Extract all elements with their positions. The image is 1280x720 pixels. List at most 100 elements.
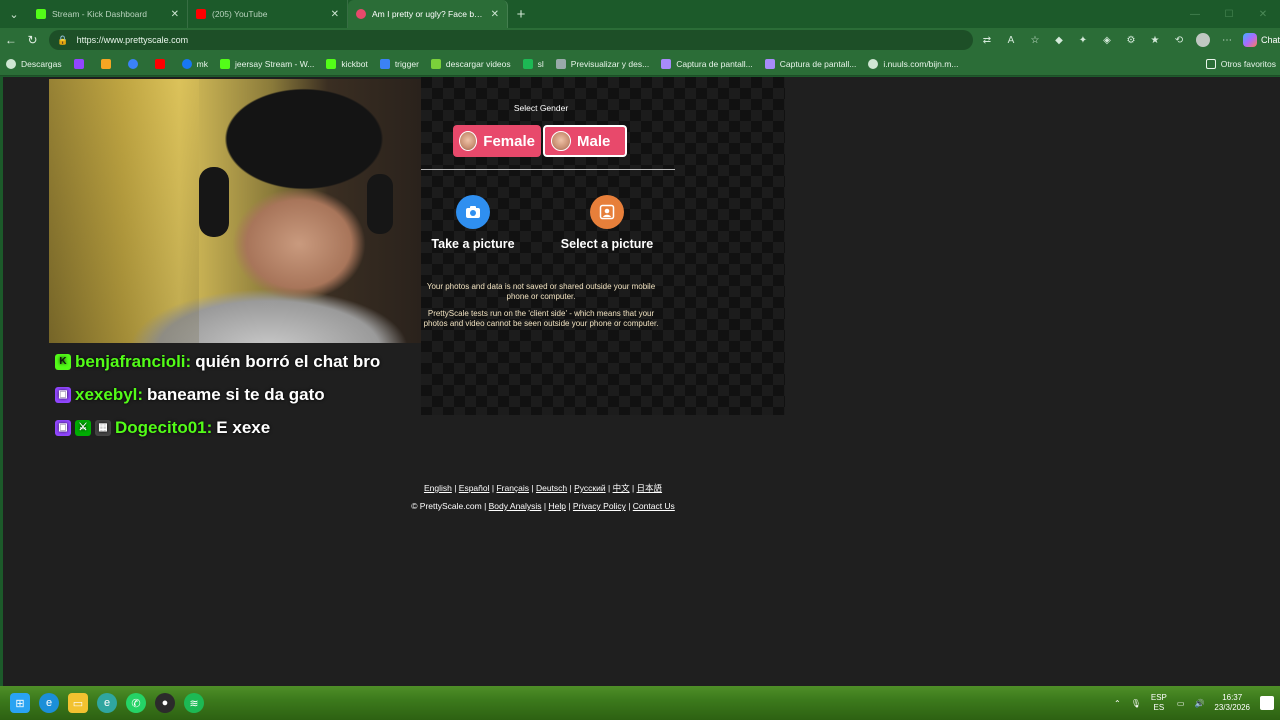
lang-chinese[interactable]: 中文	[613, 483, 630, 493]
twitch-icon: ▣	[55, 419, 71, 436]
windows-start-icon[interactable]: ⊞	[10, 693, 30, 713]
bookmark-descargas[interactable]: Descargas	[6, 58, 62, 69]
bookmark-captura-2[interactable]: Captura de pantall...	[764, 58, 856, 69]
bookmark-icon	[379, 58, 390, 69]
select-picture-button[interactable]: Select a picture	[542, 195, 672, 251]
bookmark-kickbot[interactable]: kickbot	[326, 58, 368, 69]
youtube-icon	[196, 9, 206, 19]
favorite-star-icon[interactable]: ☆	[1025, 30, 1045, 50]
bookmark-icon	[127, 58, 138, 69]
bookmark-trigger[interactable]: trigger	[379, 58, 419, 69]
bookmark-other-favorites[interactable]: Otros favoritos	[1205, 58, 1276, 69]
keyboard-layout: ES	[1153, 703, 1165, 712]
volume-icon[interactable]: 🔊	[1194, 699, 1204, 708]
male-face-icon	[551, 131, 571, 151]
network-icon[interactable]: ▭	[1177, 699, 1185, 708]
lang-english[interactable]: English	[424, 483, 452, 493]
kick-icon	[326, 58, 337, 69]
history-icon[interactable]: ⟲	[1169, 30, 1189, 50]
back-button[interactable]: ←	[0, 28, 22, 52]
image-icon	[590, 195, 624, 229]
body-analysis-link[interactable]: Body Analysis	[489, 501, 542, 511]
tab-strip: ⌄ Stream - Kick Dashboard ✕ (205) YouTub…	[0, 0, 1280, 28]
close-icon[interactable]: ✕	[331, 9, 339, 20]
minimize-button[interactable]: —	[1178, 9, 1212, 20]
profile-avatar[interactable]	[1193, 30, 1213, 50]
extension-icon[interactable]: ◆	[1049, 30, 1069, 50]
facebook-icon	[181, 58, 192, 69]
bookmark-icon	[100, 58, 111, 69]
notification-icon[interactable]	[1260, 696, 1274, 710]
clock[interactable]: 16:37 23/3/2026	[1214, 693, 1250, 713]
bookmark-youtube[interactable]	[154, 58, 170, 69]
bookmark-previsualizar[interactable]: Previsualizar y des...	[555, 58, 649, 69]
close-window-button[interactable]: ✕	[1246, 9, 1280, 20]
bookmark-nuuls[interactable]: i.nuuls.com/bijn.m...	[868, 58, 958, 69]
spotify-icon[interactable]: ≋	[184, 693, 204, 713]
read-aloud-icon[interactable]: A	[1001, 30, 1021, 50]
male-label: Male	[577, 132, 611, 150]
headphones-left	[199, 167, 229, 237]
close-icon[interactable]: ✕	[171, 9, 179, 20]
address-bar-row: ← ↻ 🔒 https://www.prettyscale.com ⇄ A ☆ …	[0, 28, 1280, 52]
file-explorer-icon[interactable]: ▭	[68, 693, 88, 713]
tab-youtube[interactable]: (205) YouTube ✕	[188, 0, 348, 28]
tab-prettyscale[interactable]: Am I pretty or ugly? Face beauty a ✕	[348, 0, 508, 28]
extension-icon[interactable]: ✦	[1073, 30, 1093, 50]
whatsapp-icon[interactable]: ✆	[126, 693, 146, 713]
male-button[interactable]: Male	[543, 125, 627, 157]
lang-russian[interactable]: Русский	[574, 483, 606, 493]
privacy-note: Your photos and data is not saved or sha…	[426, 282, 656, 301]
edge-dev-icon[interactable]: e	[97, 693, 117, 713]
privacy-policy-link[interactable]: Privacy Policy	[573, 501, 626, 511]
help-link[interactable]: Help	[549, 501, 566, 511]
bookmark-mk[interactable]: mk	[181, 58, 208, 69]
lock-icon: 🔒	[57, 34, 69, 45]
url-input[interactable]: 🔒 https://www.prettyscale.com	[49, 30, 973, 50]
bookmark-extension[interactable]	[100, 58, 116, 69]
kick-icon	[36, 9, 46, 19]
bookmark-jeersay-stream[interactable]: jeersay Stream - W...	[219, 58, 314, 69]
maximize-button[interactable]: ☐	[1212, 9, 1246, 20]
language-code: ESP	[1150, 693, 1167, 702]
copilot-label: Chat	[1261, 35, 1280, 45]
tab-kick-dashboard[interactable]: Stream - Kick Dashboard ✕	[28, 0, 188, 28]
pen-icon	[661, 58, 672, 69]
language-indicator[interactable]: ESP ES	[1151, 693, 1167, 713]
new-tab-button[interactable]: +	[508, 0, 534, 28]
favorites-icon[interactable]: ★	[1145, 30, 1165, 50]
obs-icon[interactable]: ●	[155, 693, 175, 713]
female-button[interactable]: Female	[453, 125, 541, 157]
close-icon[interactable]: ✕	[491, 9, 499, 20]
microphone-icon[interactable]: 🎙	[1131, 699, 1141, 708]
windows-taskbar: ⊞ e ▭ e ✆ ● ≋ ⌃ 🎙 ESP ES ▭ 🔊 16:37 23/3/…	[0, 686, 1280, 720]
lang-japanese[interactable]: 日本語	[637, 483, 663, 493]
contact-us-link[interactable]: Contact Us	[633, 501, 675, 511]
refresh-button[interactable]: ↻	[22, 28, 44, 52]
system-tray: ⌃ 🎙 ESP ES ▭ 🔊 16:37 23/3/2026	[1104, 693, 1280, 713]
bookmark-captura-1[interactable]: Captura de pantall...	[661, 58, 753, 69]
chat-overlay: K benjafrancioli: quién borró el chat br…	[55, 345, 380, 444]
chat-username: xexebyl:	[75, 384, 144, 404]
lang-deutsch[interactable]: Deutsch	[536, 483, 567, 493]
time: 16:37	[1222, 693, 1243, 702]
extensions-puzzle-icon[interactable]: ⚙	[1121, 30, 1141, 50]
prettyscale-icon	[356, 9, 366, 19]
chevron-up-icon[interactable]: ⌃	[1114, 699, 1121, 708]
bookmark-extension[interactable]	[127, 58, 143, 69]
chat-username: benjafrancioli:	[75, 351, 192, 371]
tab-actions-menu[interactable]: ⌄	[0, 0, 28, 28]
bookmark-descargar-videos[interactable]: descargar videos	[430, 58, 511, 69]
lang-francais[interactable]: Français	[496, 483, 529, 493]
take-picture-button[interactable]: Take a picture	[408, 195, 538, 251]
edge-icon[interactable]: e	[39, 693, 59, 713]
translate-icon[interactable]: ⇄	[977, 30, 997, 50]
chat-message: ▣ xexebyl: baneame si te da gato	[55, 378, 380, 411]
bookmark-sl[interactable]: sl	[522, 58, 544, 69]
extension-icon[interactable]: ◈	[1097, 30, 1117, 50]
bookmark-twitch[interactable]	[73, 58, 89, 69]
copilot-chat-button[interactable]: Chat	[1243, 33, 1280, 47]
more-menu-icon[interactable]: ⋯	[1217, 30, 1237, 50]
lang-espanol[interactable]: Español	[459, 483, 490, 493]
url-text: https://www.prettyscale.com	[76, 35, 189, 45]
